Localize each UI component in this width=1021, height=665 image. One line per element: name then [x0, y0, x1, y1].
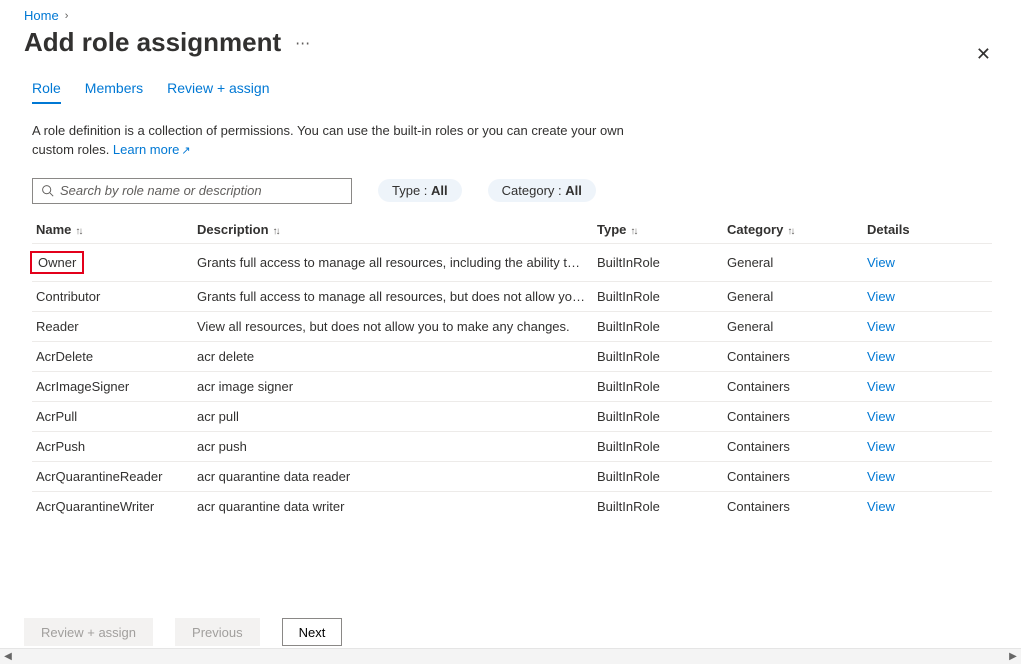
- table-row[interactable]: AcrPushacr pushBuiltInRoleContainersView: [32, 431, 992, 461]
- role-description: acr quarantine data writer: [197, 499, 597, 514]
- tabs: Role Members Review + assign: [32, 80, 1017, 104]
- view-link[interactable]: View: [867, 439, 895, 454]
- search-icon: [41, 184, 54, 197]
- sort-icon: ↑↓: [75, 226, 81, 237]
- role-type: BuiltInRole: [597, 319, 727, 334]
- role-category: General: [727, 319, 867, 334]
- view-link[interactable]: View: [867, 349, 895, 364]
- breadcrumb: Home ›: [24, 8, 1021, 23]
- col-type[interactable]: Type↑↓: [597, 222, 727, 237]
- view-link[interactable]: View: [867, 319, 895, 334]
- role-category: Containers: [727, 409, 867, 424]
- role-name[interactable]: Reader: [32, 319, 197, 334]
- role-type: BuiltInRole: [597, 289, 727, 304]
- role-category: General: [727, 289, 867, 304]
- tab-members[interactable]: Members: [85, 80, 143, 104]
- search-input-wrapper[interactable]: [32, 178, 352, 204]
- role-description: Grants full access to manage all resourc…: [197, 255, 597, 270]
- role-type: BuiltInRole: [597, 499, 727, 514]
- breadcrumb-home[interactable]: Home: [24, 8, 59, 23]
- role-type: BuiltInRole: [597, 409, 727, 424]
- more-icon[interactable]: ⋯: [295, 34, 311, 52]
- table-row[interactable]: ContributorGrants full access to manage …: [32, 281, 992, 311]
- role-name[interactable]: Contributor: [32, 289, 197, 304]
- scroll-right-icon[interactable]: ▶: [1005, 651, 1021, 662]
- table-row[interactable]: AcrPullacr pullBuiltInRoleContainersView: [32, 401, 992, 431]
- table-row[interactable]: AcrImageSigneracr image signerBuiltInRol…: [32, 371, 992, 401]
- view-link[interactable]: View: [867, 469, 895, 484]
- role-type: BuiltInRole: [597, 439, 727, 454]
- role-category: Containers: [727, 439, 867, 454]
- role-name[interactable]: AcrDelete: [32, 349, 197, 364]
- role-description: acr pull: [197, 409, 597, 424]
- view-link[interactable]: View: [867, 499, 895, 514]
- role-type: BuiltInRole: [597, 379, 727, 394]
- view-link[interactable]: View: [867, 409, 895, 424]
- role-description: View all resources, but does not allow y…: [197, 319, 597, 334]
- role-type: BuiltInRole: [597, 469, 727, 484]
- view-link[interactable]: View: [867, 255, 895, 270]
- filter-type[interactable]: Type : All: [378, 179, 462, 202]
- tab-review-assign[interactable]: Review + assign: [167, 80, 269, 104]
- chevron-right-icon: ›: [65, 10, 69, 22]
- search-input[interactable]: [60, 183, 343, 198]
- role-name[interactable]: AcrQuarantineWriter: [32, 499, 197, 514]
- table-row[interactable]: OwnerGrants full access to manage all re…: [32, 243, 992, 281]
- view-link[interactable]: View: [867, 289, 895, 304]
- table-row[interactable]: AcrQuarantineWriteracr quarantine data w…: [32, 491, 992, 521]
- col-description[interactable]: Description↑↓: [197, 222, 597, 237]
- col-details: Details: [867, 222, 957, 237]
- role-type: BuiltInRole: [597, 349, 727, 364]
- review-assign-button: Review + assign: [24, 618, 153, 646]
- role-category: Containers: [727, 379, 867, 394]
- external-link-icon: ↗: [181, 145, 190, 157]
- role-description: acr delete: [197, 349, 597, 364]
- table-header: Name↑↓ Description↑↓ Type↑↓ Category↑↓ D…: [32, 216, 992, 243]
- role-name[interactable]: AcrQuarantineReader: [32, 469, 197, 484]
- page-title: Add role assignment: [24, 27, 281, 58]
- role-category: Containers: [727, 469, 867, 484]
- role-name[interactable]: AcrPull: [32, 409, 197, 424]
- footer-buttons: Review + assign Previous Next: [24, 608, 997, 646]
- filter-category[interactable]: Category : All: [488, 179, 596, 202]
- role-category: Containers: [727, 349, 867, 364]
- role-name[interactable]: AcrImageSigner: [32, 379, 197, 394]
- role-name[interactable]: Owner: [32, 251, 197, 274]
- sort-icon: ↑↓: [787, 226, 793, 237]
- role-description: Grants full access to manage all resourc…: [197, 289, 597, 304]
- col-category[interactable]: Category↑↓: [727, 222, 867, 237]
- sort-icon: ↑↓: [273, 226, 279, 237]
- next-button[interactable]: Next: [282, 618, 343, 646]
- role-description: acr quarantine data reader: [197, 469, 597, 484]
- role-name[interactable]: AcrPush: [32, 439, 197, 454]
- role-description: acr push: [197, 439, 597, 454]
- description-text: A role definition is a collection of per…: [32, 122, 652, 160]
- col-name[interactable]: Name↑↓: [32, 222, 197, 237]
- table-row[interactable]: AcrDeleteacr deleteBuiltInRoleContainers…: [32, 341, 992, 371]
- table-row[interactable]: AcrQuarantineReaderacr quarantine data r…: [32, 461, 992, 491]
- previous-button: Previous: [175, 618, 260, 646]
- tab-role[interactable]: Role: [32, 80, 61, 104]
- close-icon[interactable]: ✕: [976, 44, 991, 65]
- role-category: Containers: [727, 499, 867, 514]
- scroll-left-icon[interactable]: ◀: [0, 651, 16, 662]
- learn-more-link[interactable]: Learn more↗: [113, 142, 191, 157]
- sort-icon: ↑↓: [630, 226, 636, 237]
- roles-table: Name↑↓ Description↑↓ Type↑↓ Category↑↓ D…: [32, 216, 992, 521]
- role-description: acr image signer: [197, 379, 597, 394]
- role-category: General: [727, 255, 867, 270]
- role-type: BuiltInRole: [597, 255, 727, 270]
- view-link[interactable]: View: [867, 379, 895, 394]
- table-row[interactable]: ReaderView all resources, but does not a…: [32, 311, 992, 341]
- horizontal-scrollbar[interactable]: ◀ ▶: [0, 648, 1021, 664]
